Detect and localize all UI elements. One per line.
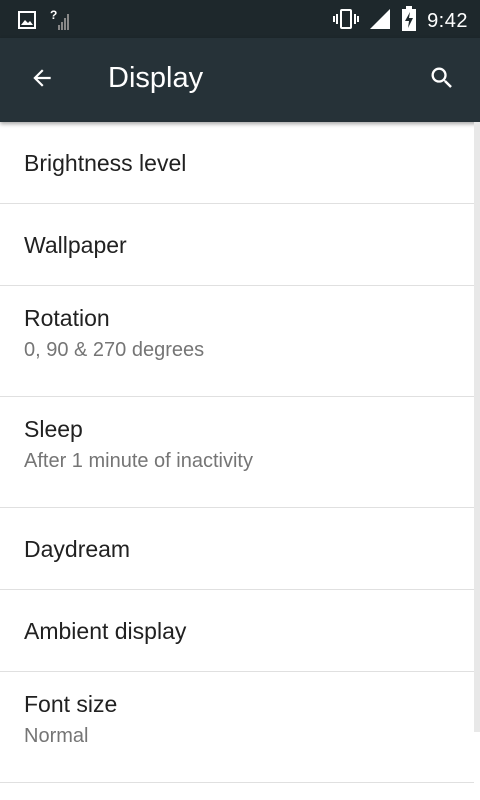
setting-rotation[interactable]: Rotation 0, 90 & 270 degrees (0, 286, 474, 397)
arrow-back-icon (29, 65, 55, 96)
status-bar-right: 9:42 (333, 6, 468, 37)
search-icon (428, 64, 456, 97)
signal-unknown-icon: ? (50, 8, 72, 36)
setting-title: Rotation (24, 305, 110, 331)
setting-title: Wallpaper (24, 232, 127, 258)
setting-title: Ambient display (24, 618, 187, 644)
setting-daydream[interactable]: Daydream (0, 508, 474, 590)
vibrate-icon (333, 7, 360, 36)
setting-title: Font size (24, 691, 118, 717)
back-button[interactable] (22, 60, 62, 100)
battery-charging-icon (401, 6, 417, 37)
scrollbar[interactable] (474, 122, 480, 732)
search-button[interactable] (422, 60, 462, 100)
status-bar: ? 9:42 (0, 0, 480, 38)
setting-title: Daydream (24, 536, 131, 562)
setting-summary: After 1 minute of inactivity (24, 450, 253, 472)
page-title: Display (108, 62, 204, 94)
setting-sleep[interactable]: Sleep After 1 minute of inactivity (0, 397, 474, 508)
setting-wallpaper[interactable]: Wallpaper (0, 204, 474, 286)
setting-title: Brightness level (24, 150, 187, 176)
app-bar: Display (0, 38, 480, 122)
setting-summary: Normal (24, 725, 89, 747)
setting-brightness-level[interactable]: Brightness level (0, 122, 474, 204)
status-bar-left: ? (18, 8, 72, 36)
setting-font-size[interactable]: Font size Normal (0, 672, 474, 783)
setting-summary: 0, 90 & 270 degrees (24, 339, 205, 361)
status-time: 9:42 (427, 10, 468, 32)
cell-signal-icon (369, 8, 391, 35)
setting-ambient-display[interactable]: Ambient display (0, 590, 474, 672)
setting-title: Sleep (24, 416, 83, 442)
image-notification-icon (18, 11, 36, 34)
svg-text:?: ? (50, 9, 57, 22)
settings-list: Brightness level Wallpaper Rotation 0, 9… (0, 122, 474, 783)
